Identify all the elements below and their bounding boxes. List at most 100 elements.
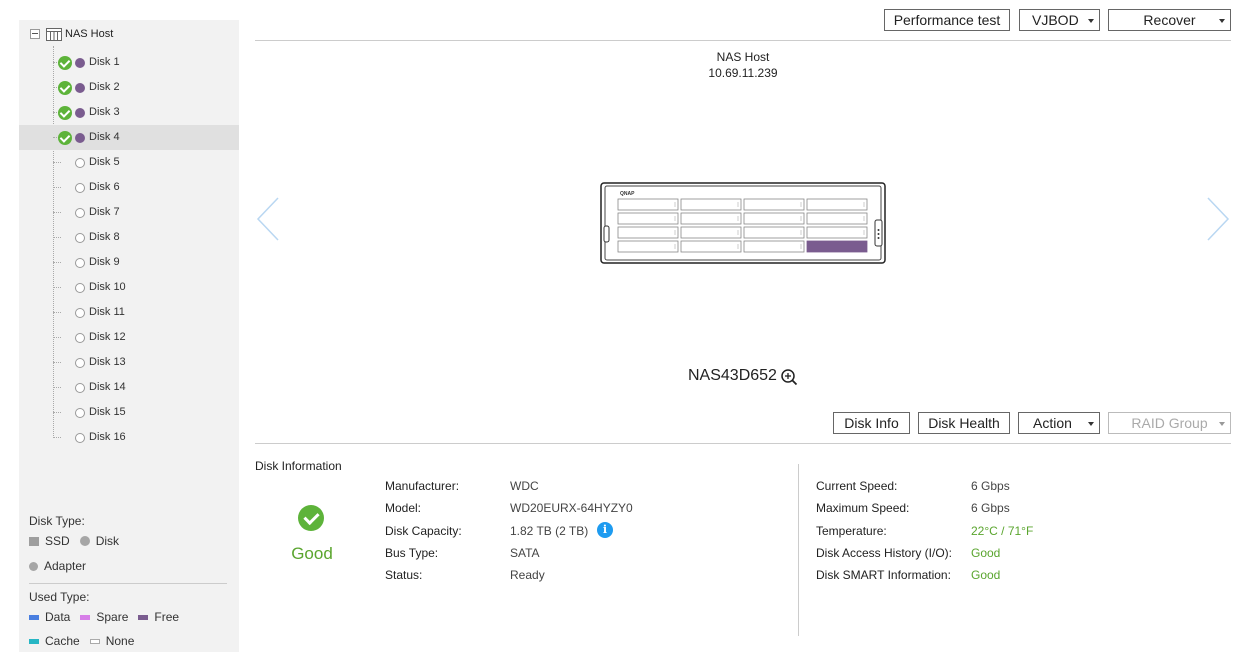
cache-swatch-icon	[29, 638, 39, 644]
check-circle-icon	[58, 81, 72, 95]
disk-info-button[interactable]: Disk Info	[833, 412, 910, 434]
tree-item-disk-1[interactable]: Disk 1	[19, 50, 239, 75]
collapse-toggle-icon[interactable]	[30, 29, 40, 39]
tree-item-label: Disk 7	[89, 206, 120, 218]
info-value: SATA	[510, 545, 540, 560]
tree-item-label: Disk 8	[89, 231, 120, 243]
drive-bay[interactable]	[806, 226, 868, 239]
disk-empty-icon	[75, 383, 85, 393]
drive-bay[interactable]	[743, 212, 805, 225]
tree-item-disk-13[interactable]: Disk 13	[19, 350, 239, 375]
disk-type-title: Disk Type:	[29, 514, 85, 528]
drive-bay[interactable]	[806, 198, 868, 211]
host-ip: 10.69.11.239	[708, 66, 778, 80]
drive-bay[interactable]	[743, 226, 805, 239]
disk-information-title: Disk Information	[255, 459, 342, 473]
zoom-in-icon[interactable]	[780, 368, 798, 386]
chevron-down-icon	[1088, 19, 1094, 23]
drive-bay[interactable]	[617, 212, 679, 225]
tree-item-disk-3[interactable]: Disk 3	[19, 100, 239, 125]
drive-bay[interactable]	[617, 198, 679, 211]
disk-health-button[interactable]: Disk Health	[918, 412, 1010, 434]
legend-data: Data	[29, 610, 70, 624]
tree-root-nas-host[interactable]: NAS Host	[19, 24, 239, 46]
tree-item-disk-7[interactable]: Disk 7	[19, 200, 239, 225]
disk-empty-icon	[75, 358, 85, 368]
disk-empty-icon	[75, 233, 85, 243]
tree-item-disk-14[interactable]: Disk 14	[19, 375, 239, 400]
chevron-down-icon	[1088, 422, 1094, 426]
tree-item-disk-15[interactable]: Disk 15	[19, 400, 239, 425]
nas-enclosure-image: QNAP	[600, 182, 886, 264]
tree-item-disk-9[interactable]: Disk 9	[19, 250, 239, 275]
info-label: Disk Access History (I/O):	[816, 545, 953, 560]
drive-bay[interactable]	[617, 226, 679, 239]
tree-connector	[53, 387, 61, 388]
drive-bay[interactable]	[806, 240, 868, 253]
tree-item-disk-2[interactable]: Disk 2	[19, 75, 239, 100]
drive-bay[interactable]	[680, 226, 742, 239]
disk-empty-icon	[75, 408, 85, 418]
check-circle-icon	[58, 56, 72, 70]
performance-test-button[interactable]: Performance test	[884, 9, 1010, 31]
used-type-title: Used Type:	[29, 590, 90, 604]
legend-divider	[29, 583, 227, 584]
nas-host-icon	[46, 28, 62, 41]
tree-item-label: Disk 11	[89, 306, 125, 318]
info-value: 22°C / 71°F	[971, 523, 1034, 538]
tree-item-disk-16[interactable]: Disk 16	[19, 425, 239, 450]
drive-bay[interactable]	[680, 240, 742, 253]
legend-adapter: Adapter	[29, 559, 86, 573]
info-label: Maximum Speed:	[816, 501, 910, 516]
drive-bay[interactable]	[617, 240, 679, 253]
tree-item-disk-8[interactable]: Disk 8	[19, 225, 239, 250]
info-label: Status:	[385, 568, 423, 583]
tree-item-disk-12[interactable]: Disk 12	[19, 325, 239, 350]
vjbod-dropdown[interactable]: VJBOD	[1019, 9, 1100, 31]
info-value: Good	[971, 545, 1001, 560]
recover-dropdown[interactable]: Recover	[1108, 9, 1231, 31]
raid-group-dropdown[interactable]: RAID Group	[1108, 412, 1231, 434]
tree-connector	[53, 437, 61, 438]
good-status-icon	[298, 505, 324, 531]
previous-arrow-icon[interactable]	[255, 196, 281, 242]
drive-bay[interactable]	[806, 212, 868, 225]
info-label: Manufacturer:	[385, 479, 460, 493]
tree-item-label: Disk 2	[89, 81, 120, 93]
tree-item-disk-4[interactable]: Disk 4	[19, 125, 239, 150]
tree-connector	[53, 287, 61, 288]
tree-item-disk-11[interactable]: Disk 11	[19, 300, 239, 325]
info-value: Good	[971, 568, 1001, 583]
data-swatch-icon	[29, 614, 39, 620]
tree-item-disk-5[interactable]: Disk 5	[19, 150, 239, 175]
action-dropdown[interactable]: Action	[1018, 412, 1100, 434]
tree-item-label: Disk 10	[89, 281, 126, 293]
disk-toolbar-divider	[255, 443, 1231, 444]
drive-bay[interactable]	[743, 198, 805, 211]
disk-empty-icon	[75, 258, 85, 268]
spare-swatch-icon	[80, 614, 91, 620]
legend-cache: Cache	[29, 634, 80, 648]
legend-ssd: SSD	[29, 534, 70, 548]
tree-item-label: Disk 5	[89, 156, 120, 168]
tree-item-label: Disk 15	[89, 406, 126, 418]
tree-connector	[53, 237, 61, 238]
info-column-divider	[798, 464, 799, 636]
disk-empty-icon	[75, 183, 85, 193]
tree-item-label: Disk 4	[89, 131, 120, 143]
tree-root-label: NAS Host	[65, 28, 114, 40]
next-arrow-icon[interactable]	[1205, 196, 1231, 242]
disk-empty-icon	[75, 158, 85, 168]
disk-empty-icon	[75, 333, 85, 343]
tree-item-disk-6[interactable]: Disk 6	[19, 175, 239, 200]
disk-status-summary: Good	[291, 544, 333, 563]
drive-bay[interactable]	[680, 198, 742, 211]
capacity-info-icon[interactable]: i	[597, 522, 613, 538]
legend: Disk Type: SSD Disk Adapter Used Type: D…	[29, 514, 229, 652]
info-value: 1.82 TB (2 TB)	[510, 523, 589, 538]
drive-bay[interactable]	[680, 212, 742, 225]
drive-bay[interactable]	[743, 240, 805, 253]
tree-item-disk-10[interactable]: Disk 10	[19, 275, 239, 300]
info-label: Disk Capacity:	[385, 523, 462, 538]
tree-connector	[53, 187, 61, 188]
